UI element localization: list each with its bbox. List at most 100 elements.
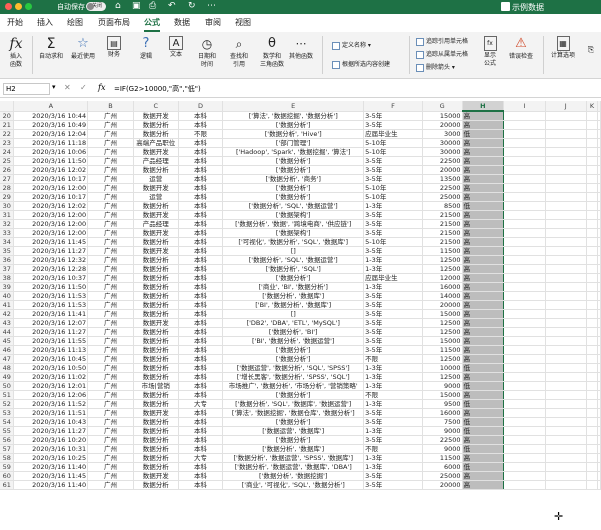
cell-empty[interactable] bbox=[586, 372, 599, 382]
cell-level[interactable]: 高 bbox=[461, 156, 505, 166]
cell-empty[interactable] bbox=[597, 111, 601, 121]
cell-education[interactable]: 本科 bbox=[178, 417, 224, 427]
cell-empty[interactable] bbox=[545, 156, 587, 166]
spreadsheet-table[interactable]: A B C D E F G H I J K 20 2020/3/16 10:44 广… bbox=[0, 101, 601, 490]
cell-salary[interactable]: 20000 bbox=[422, 300, 463, 310]
cell-city[interactable]: 广州 bbox=[87, 129, 134, 139]
cell-position[interactable]: 数据开发 bbox=[133, 246, 179, 256]
cell-education[interactable]: 本科 bbox=[178, 426, 224, 436]
cell-level[interactable]: 高 bbox=[461, 147, 505, 157]
cell-empty[interactable] bbox=[545, 354, 587, 364]
row-number[interactable]: 43 bbox=[0, 318, 15, 328]
cell-empty[interactable] bbox=[503, 264, 546, 274]
cell-empty[interactable] bbox=[503, 192, 546, 202]
row-number[interactable]: 61 bbox=[0, 480, 15, 490]
cell-salary[interactable]: 13500 bbox=[422, 174, 463, 184]
cell-date[interactable]: 2020/3/16 10:43 bbox=[13, 417, 89, 427]
cell-city[interactable]: 广州 bbox=[87, 381, 134, 391]
redo-icon[interactable]: ↻ bbox=[188, 1, 196, 11]
cell-skills[interactable]: ['数据架构'] bbox=[222, 210, 365, 220]
cell-level[interactable]: 高 bbox=[461, 471, 505, 481]
cell-education[interactable]: 本科 bbox=[178, 336, 224, 346]
cell-date[interactable]: 2020/3/16 10:31 bbox=[13, 444, 89, 454]
cell-skills[interactable]: ['数据分析', '数据库'] bbox=[222, 291, 365, 301]
cell-city[interactable]: 广州 bbox=[87, 417, 134, 427]
cell-salary[interactable]: 12000 bbox=[422, 273, 463, 283]
check-icon[interactable]: ✓ bbox=[80, 83, 87, 92]
cell-date[interactable]: 2020/3/16 12:04 bbox=[13, 129, 89, 139]
cell-experience[interactable]: 3-5年 bbox=[363, 435, 423, 445]
cell-empty[interactable] bbox=[545, 201, 587, 211]
row-number[interactable]: 25 bbox=[0, 156, 15, 166]
cell-experience[interactable]: 3-5年 bbox=[363, 408, 423, 418]
row-number[interactable]: 46 bbox=[0, 345, 15, 355]
cell-salary[interactable]: 15000 bbox=[422, 336, 463, 346]
cell-empty[interactable] bbox=[597, 345, 601, 355]
logical-button[interactable]: ? 逻辑 bbox=[133, 36, 159, 61]
cell-date[interactable]: 2020/3/16 11:50 bbox=[13, 282, 89, 292]
cell-skills[interactable]: ['部门管理'] bbox=[222, 138, 365, 148]
cell-skills[interactable]: ['BI', '数据分析', '数据库'] bbox=[222, 300, 365, 310]
cell-level[interactable]: 高 bbox=[461, 309, 505, 319]
cell-skills[interactable]: ['数据分析', 'BI'] bbox=[222, 327, 365, 337]
cell-empty[interactable] bbox=[545, 138, 587, 148]
column-header-f[interactable]: F bbox=[363, 101, 423, 112]
cell-empty[interactable] bbox=[545, 129, 587, 139]
cell-empty[interactable] bbox=[545, 219, 587, 229]
cell-education[interactable]: 本科 bbox=[178, 300, 224, 310]
cell-position[interactable]: 数据开发 bbox=[133, 183, 179, 193]
cell-position[interactable]: 数据分析 bbox=[133, 336, 179, 346]
cell-date[interactable]: 2020/3/16 11:27 bbox=[13, 246, 89, 256]
cell-empty[interactable] bbox=[545, 228, 587, 238]
cell-experience[interactable]: 1-3年 bbox=[363, 426, 423, 436]
cell-salary[interactable]: 15000 bbox=[422, 390, 463, 400]
cell-empty[interactable] bbox=[597, 435, 601, 445]
cell-salary[interactable]: 12500 bbox=[422, 354, 463, 364]
cell-experience[interactable]: 1-3年 bbox=[363, 363, 423, 373]
cell-experience[interactable]: 3-5年 bbox=[363, 291, 423, 301]
cell-position[interactable]: 数据分析 bbox=[133, 399, 179, 409]
cell-empty[interactable] bbox=[503, 291, 546, 301]
cell-experience[interactable]: 3-5年 bbox=[363, 300, 423, 310]
cell-city[interactable]: 广州 bbox=[87, 291, 134, 301]
cell-date[interactable]: 2020/3/16 11:41 bbox=[13, 309, 89, 319]
cell-empty[interactable] bbox=[503, 174, 546, 184]
cell-education[interactable]: 本科 bbox=[178, 318, 224, 328]
cell-empty[interactable] bbox=[597, 165, 601, 175]
cell-city[interactable]: 广州 bbox=[87, 318, 134, 328]
row-number[interactable]: 20 bbox=[0, 111, 15, 121]
cell-empty[interactable] bbox=[586, 165, 599, 175]
cell-empty[interactable] bbox=[545, 426, 587, 436]
cell-salary[interactable]: 16000 bbox=[422, 408, 463, 418]
cell-skills[interactable]: ['商业', 'BI', '数据分析'] bbox=[222, 282, 365, 292]
cell-empty[interactable] bbox=[586, 354, 599, 364]
cell-position[interactable]: 高端产品职位 bbox=[133, 138, 179, 148]
cell-skills[interactable]: ['数据分析', '数据运营', '数据库', 'DBA'] bbox=[222, 462, 365, 472]
column-header-h[interactable]: H bbox=[462, 101, 505, 112]
cell-salary[interactable]: 11500 bbox=[422, 246, 463, 256]
cell-empty[interactable] bbox=[586, 327, 599, 337]
cell-education[interactable]: 本科 bbox=[178, 201, 224, 211]
save-icon[interactable]: ▣ bbox=[132, 1, 141, 11]
cell-level[interactable]: 高 bbox=[461, 300, 505, 310]
cell-city[interactable]: 广州 bbox=[87, 354, 134, 364]
cell-empty[interactable] bbox=[503, 480, 546, 490]
undo-icon[interactable]: ↶ bbox=[168, 1, 176, 11]
cell-date[interactable]: 2020/3/16 10:37 bbox=[13, 273, 89, 283]
cell-position[interactable]: 数据分析 bbox=[133, 273, 179, 283]
cell-salary[interactable]: 21500 bbox=[422, 237, 463, 247]
cell-education[interactable]: 本科 bbox=[178, 228, 224, 238]
cell-city[interactable]: 广州 bbox=[87, 165, 134, 175]
cell-empty[interactable] bbox=[597, 381, 601, 391]
cell-skills[interactable]: [] bbox=[222, 309, 365, 319]
cell-empty[interactable] bbox=[545, 237, 587, 247]
fx-icon[interactable]: fx bbox=[98, 83, 105, 92]
cell-skills[interactable]: ['数据分析', 'SQL'] bbox=[222, 264, 365, 274]
cell-salary[interactable]: 12500 bbox=[422, 255, 463, 265]
cell-level[interactable]: 高 bbox=[461, 354, 505, 364]
cell-empty[interactable] bbox=[545, 165, 587, 175]
cell-salary[interactable]: 11500 bbox=[422, 345, 463, 355]
cell-empty[interactable] bbox=[545, 264, 587, 274]
cell-empty[interactable] bbox=[503, 273, 546, 283]
cell-date[interactable]: 2020/3/16 11:53 bbox=[13, 291, 89, 301]
